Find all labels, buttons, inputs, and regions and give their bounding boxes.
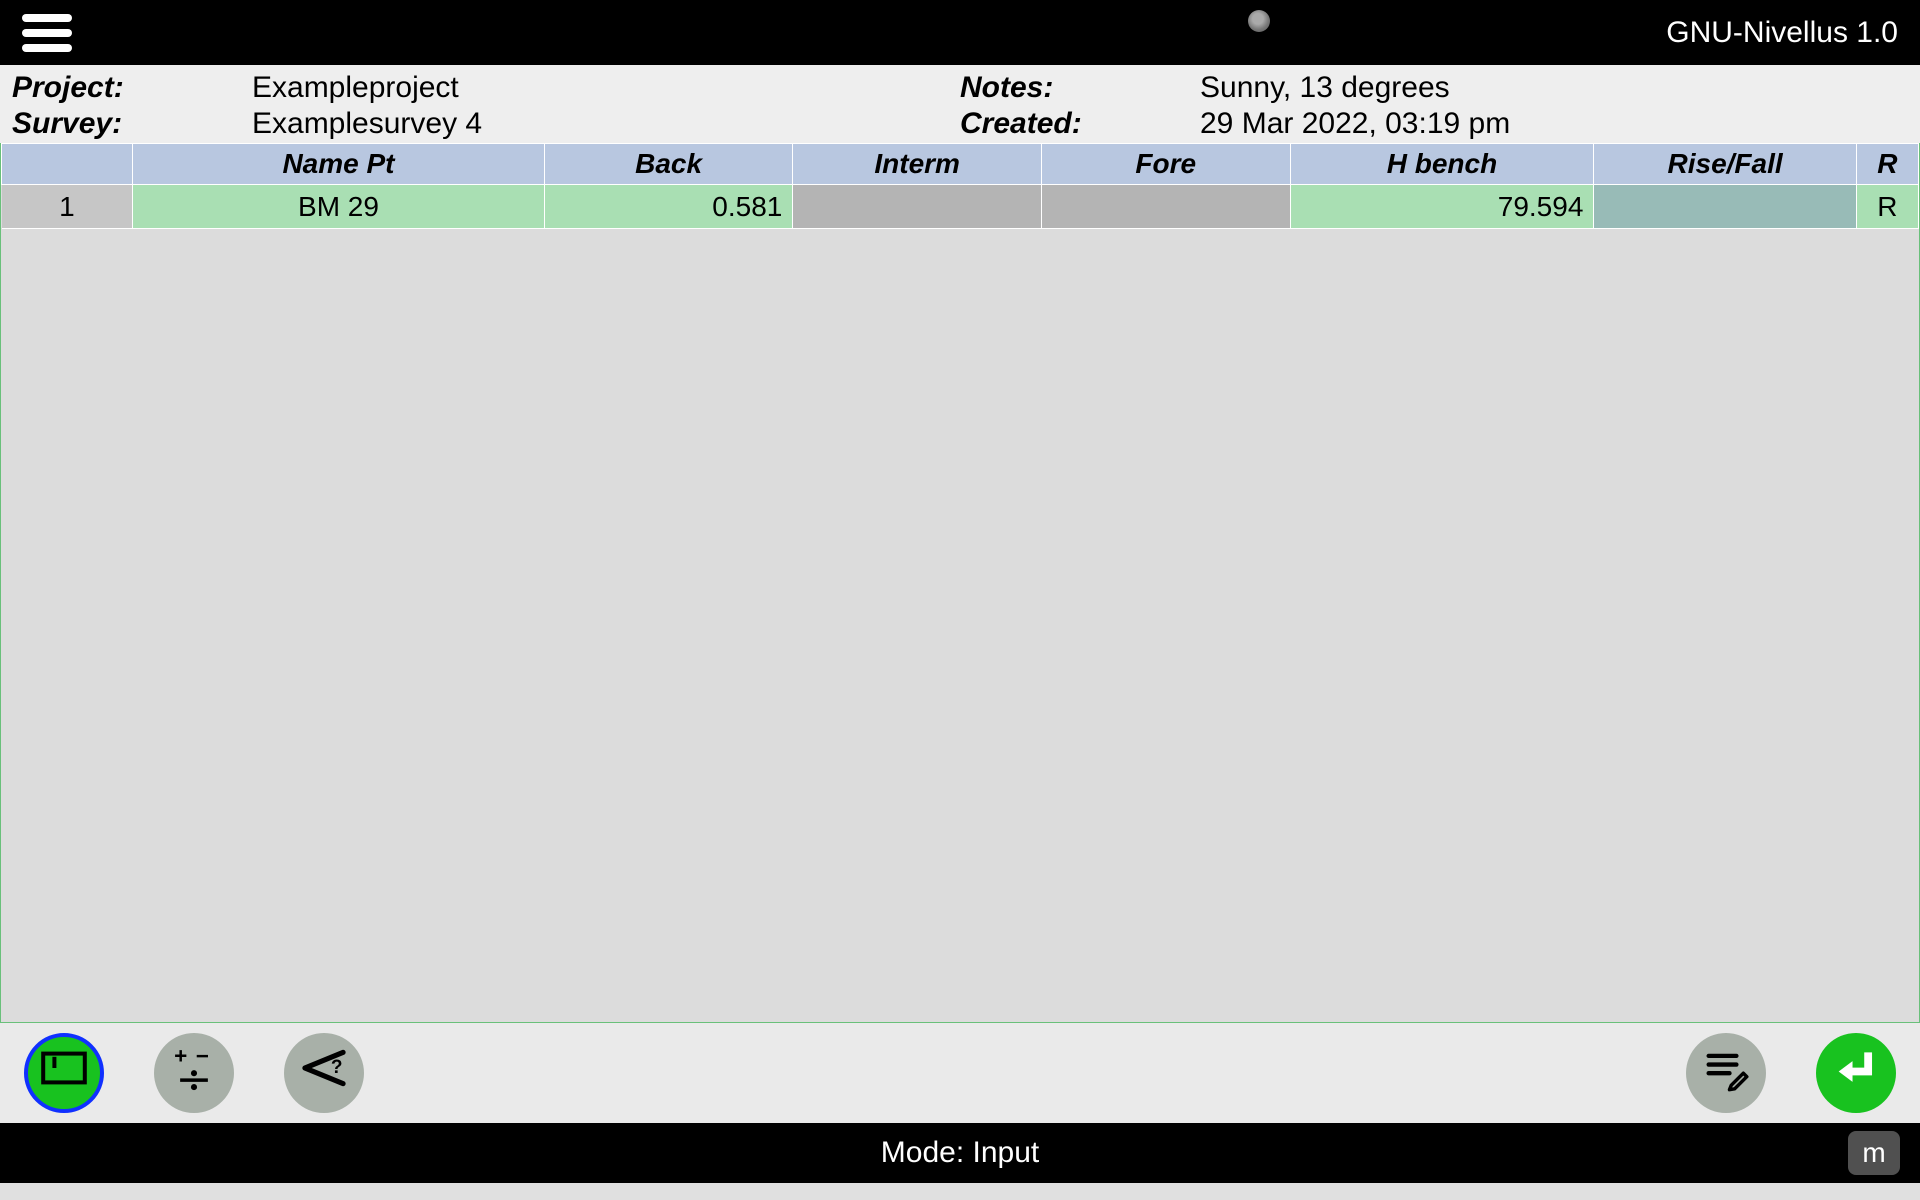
angle-question-icon: ?: [298, 1042, 350, 1104]
status-bar: Mode: Input m: [0, 1123, 1920, 1183]
level-instrument-icon: [40, 1048, 88, 1098]
menu-button[interactable]: [22, 14, 72, 52]
header-name: Name Pt: [133, 144, 545, 185]
enter-arrow-icon: [1830, 1042, 1882, 1104]
project-value: Exampleproject: [252, 71, 960, 105]
survey-meta: Project: Exampleproject Notes: Sunny, 13…: [0, 65, 1920, 143]
notes-value: Sunny, 13 degrees: [1200, 71, 1908, 105]
svg-text:+: +: [174, 1044, 187, 1069]
survey-label: Survey:: [12, 107, 252, 141]
unit-toggle[interactable]: m: [1848, 1131, 1900, 1175]
cell-risefall[interactable]: [1594, 185, 1856, 229]
unit-label: m: [1862, 1137, 1885, 1169]
header-interm: Interm: [793, 144, 1042, 185]
list-edit-icon: [1700, 1042, 1752, 1104]
survey-value: Examplesurvey 4: [252, 107, 960, 141]
created-value: 29 Mar 2022, 03:19 pm: [1200, 107, 1908, 141]
header-hbench: H bench: [1290, 144, 1594, 185]
bottom-toolbar: + − ?: [0, 1023, 1920, 1123]
top-bar: GNU-Nivellus 1.0: [0, 0, 1920, 65]
header-index: [2, 144, 133, 185]
header-risefall: Rise/Fall: [1594, 144, 1856, 185]
cell-r[interactable]: R: [1856, 185, 1918, 229]
plus-minus-divide-icon: + −: [168, 1042, 220, 1104]
cell-interm[interactable]: [793, 185, 1042, 229]
arithmetic-button[interactable]: + −: [154, 1033, 234, 1113]
enter-button[interactable]: [1816, 1033, 1896, 1113]
survey-table-container: Name Pt Back Interm Fore H bench Rise/Fa…: [0, 143, 1920, 1023]
svg-text:?: ?: [331, 1057, 343, 1078]
app-title: GNU-Nivellus 1.0: [1666, 16, 1898, 50]
mode-label: Mode: Input: [881, 1136, 1039, 1170]
table-row[interactable]: 1 BM 29 0.581 79.594 R: [2, 185, 1919, 229]
cell-fore[interactable]: [1041, 185, 1290, 229]
cell-name[interactable]: BM 29: [133, 185, 545, 229]
header-back: Back: [544, 144, 793, 185]
svg-text:−: −: [196, 1044, 209, 1069]
cell-hbench[interactable]: 79.594: [1290, 185, 1594, 229]
level-instrument-button[interactable]: [24, 1033, 104, 1113]
edit-notes-button[interactable]: [1686, 1033, 1766, 1113]
camera-indicator: [1248, 10, 1270, 32]
survey-table: Name Pt Back Interm Fore H bench Rise/Fa…: [1, 143, 1919, 229]
table-header-row: Name Pt Back Interm Fore H bench Rise/Fa…: [2, 144, 1919, 185]
header-fore: Fore: [1041, 144, 1290, 185]
project-label: Project:: [12, 71, 252, 105]
cell-index[interactable]: 1: [2, 185, 133, 229]
header-r: R: [1856, 144, 1918, 185]
created-label: Created:: [960, 107, 1200, 141]
notes-label: Notes:: [960, 71, 1200, 105]
cell-back[interactable]: 0.581: [544, 185, 793, 229]
angle-query-button[interactable]: ?: [284, 1033, 364, 1113]
